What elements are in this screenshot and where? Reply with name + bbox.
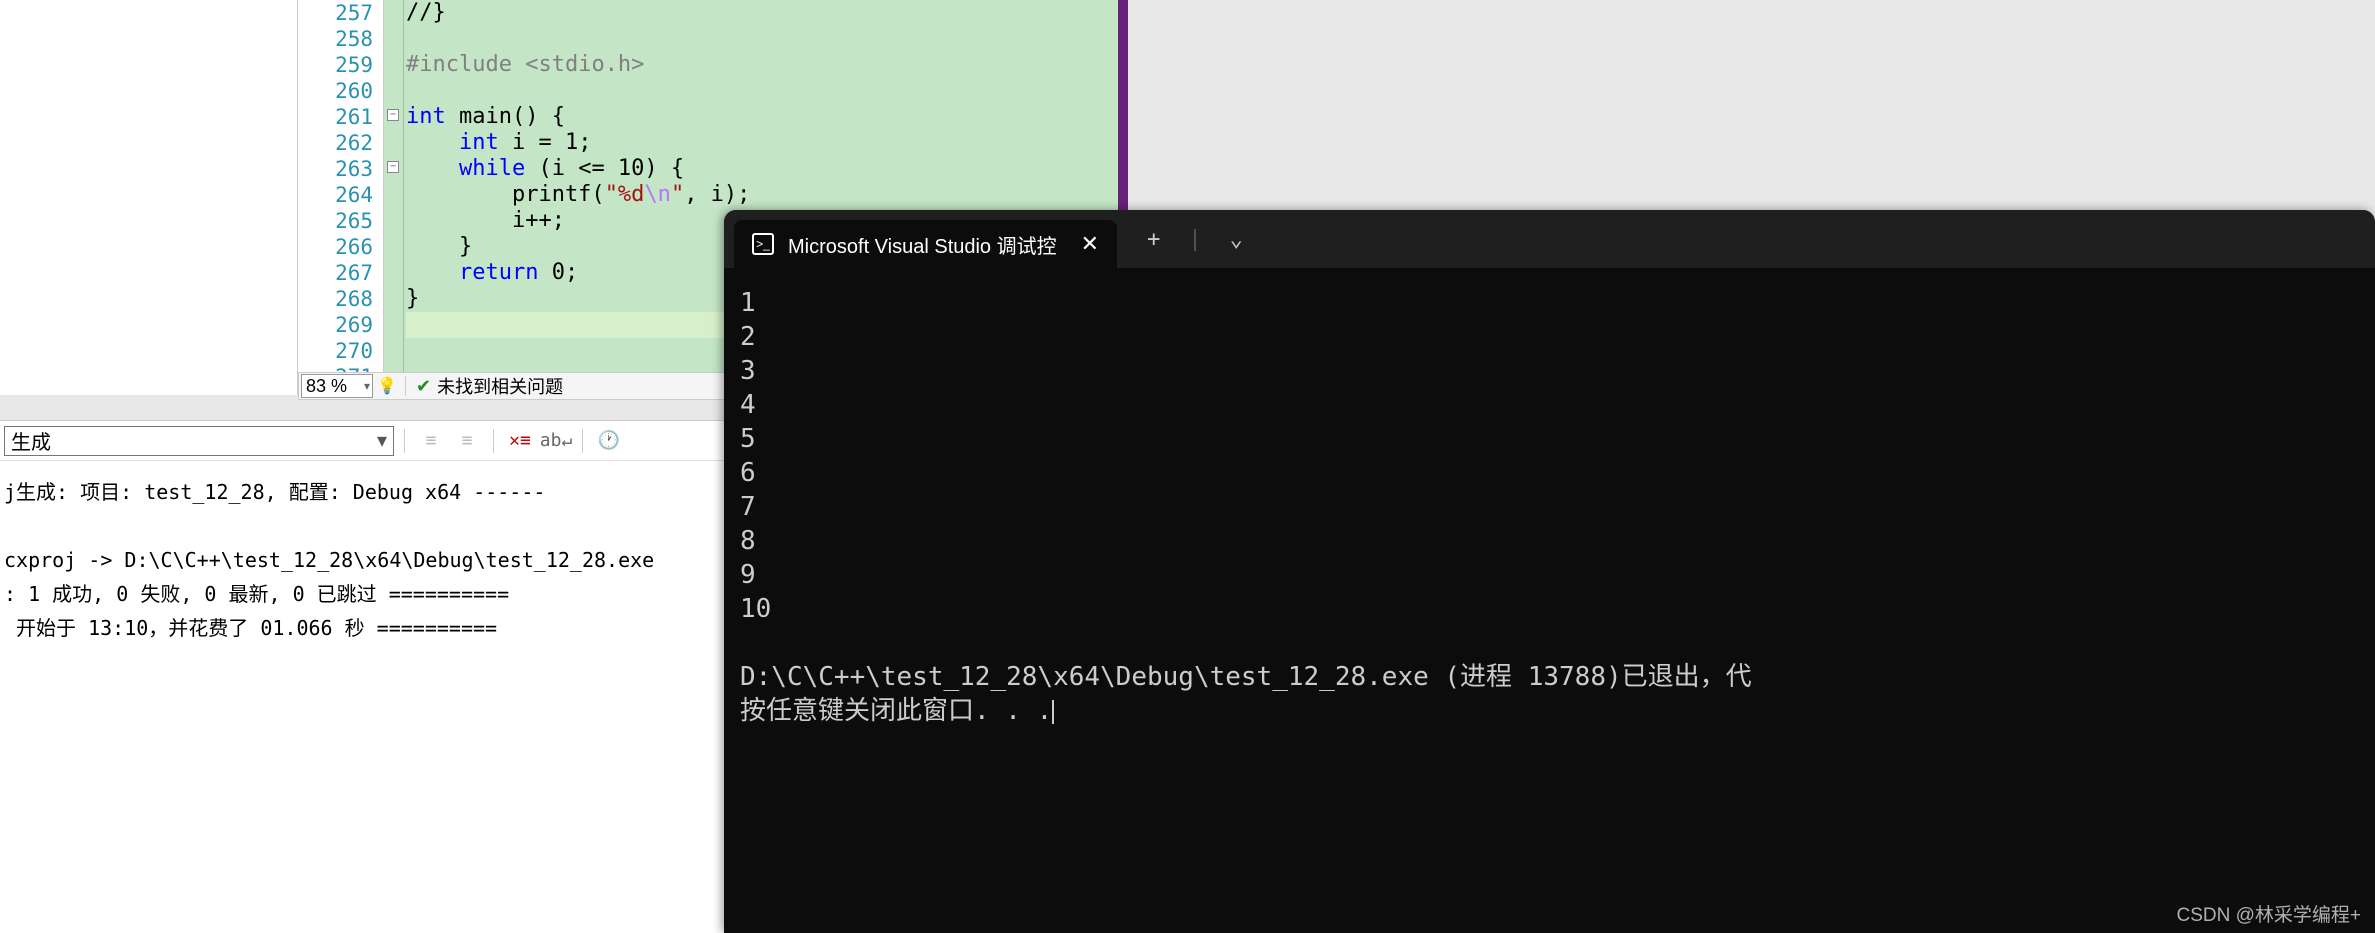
- terminal-tab-title: Microsoft Visual Studio 调试控: [788, 230, 1057, 259]
- terminal-prompt-line: 按任意键关闭此窗口. . .: [740, 696, 1052, 726]
- terminal-line: 4: [740, 390, 756, 420]
- line-number-gutter: 257 258 259 260 261 262 263 264 265 266 …: [298, 0, 384, 400]
- chevron-down-icon[interactable]: ⌄: [1230, 227, 1243, 252]
- output-line: j生成: 项目: test_12_28, 配置: Debug x64 -----…: [4, 480, 545, 504]
- line-number: 270: [298, 338, 373, 364]
- tool-panel-blank: [0, 0, 298, 395]
- line-number: 264: [298, 182, 373, 208]
- line-number: 268: [298, 286, 373, 312]
- new-tab-icon[interactable]: +: [1147, 227, 1160, 252]
- terminal-line: 10: [740, 594, 771, 624]
- output-line: : 1 成功, 0 失败, 0 最新, 0 已跳过 ==========: [4, 582, 509, 606]
- terminal-line: 8: [740, 526, 756, 556]
- clear-icon[interactable]: ✕≡: [504, 427, 536, 455]
- line-number: 261: [298, 104, 373, 130]
- line-number: 266: [298, 234, 373, 260]
- terminal-line: 7: [740, 492, 756, 522]
- terminal-line: 1: [740, 288, 756, 318]
- line-number: 269: [298, 312, 373, 338]
- cursor-icon: [1052, 700, 1054, 724]
- fold-toggle-icon[interactable]: −: [387, 109, 399, 121]
- terminal-line: 6: [740, 458, 756, 488]
- line-number: 265: [298, 208, 373, 234]
- separator: [582, 429, 583, 453]
- fold-toggle-icon[interactable]: −: [387, 161, 399, 173]
- check-circle-icon: ✔: [416, 376, 431, 397]
- line-number: 260: [298, 78, 373, 104]
- output-line: 开始于 13:10，并花费了 01.066 秒 ==========: [4, 616, 497, 640]
- terminal-tab[interactable]: >_ Microsoft Visual Studio 调试控 ✕: [734, 220, 1117, 268]
- separator: [405, 376, 406, 396]
- separator: [493, 429, 494, 453]
- output-line: cxproj -> D:\C\C++\test_12_28\x64\Debug\…: [4, 548, 654, 572]
- terminal-line: 2: [740, 322, 756, 352]
- line-number: 259: [298, 52, 373, 78]
- clock-icon[interactable]: 🕐: [593, 427, 625, 455]
- separator: [404, 429, 405, 453]
- terminal-window: >_ Microsoft Visual Studio 调试控 ✕ + | ⌄ 1…: [724, 210, 2375, 933]
- zoom-level-dropdown[interactable]: 83 %: [301, 374, 373, 398]
- code-line: //}: [406, 0, 446, 25]
- terminal-exit-line: D:\C\C++\test_12_28\x64\Debug\test_12_28…: [740, 662, 1752, 692]
- terminal-line: 3: [740, 356, 756, 386]
- lightbulb-icon[interactable]: 💡: [373, 374, 401, 398]
- terminal-titlebar[interactable]: >_ Microsoft Visual Studio 调试控 ✕ + | ⌄: [724, 210, 2375, 268]
- terminal-line: 5: [740, 424, 756, 454]
- line-number: 258: [298, 26, 373, 52]
- close-tab-icon[interactable]: ✕: [1081, 231, 1099, 257]
- line-number: 263: [298, 156, 373, 182]
- terminal-body[interactable]: 1 2 3 4 5 6 7 8 9 10 D:\C\C++\test_12_28…: [724, 268, 2375, 746]
- line-number: 267: [298, 260, 373, 286]
- issues-text: 未找到相关问题: [437, 373, 563, 399]
- line-number: 262: [298, 130, 373, 156]
- indent-right-icon[interactable]: ≡: [451, 427, 483, 455]
- line-number: 257: [298, 0, 373, 26]
- output-filter-dropdown[interactable]: 生成: [4, 426, 394, 456]
- fold-column: − −: [384, 0, 404, 400]
- terminal-line: 9: [740, 560, 756, 590]
- watermark-text: CSDN @林采学编程+: [2177, 900, 2362, 927]
- indent-left-icon[interactable]: ≡: [415, 427, 447, 455]
- code-line-include: #include <stdio.h>: [406, 52, 644, 77]
- terminal-tab-controls: + | ⌄: [1147, 227, 1243, 252]
- wrap-icon[interactable]: ab↵: [540, 427, 572, 455]
- console-icon: >_: [752, 233, 774, 255]
